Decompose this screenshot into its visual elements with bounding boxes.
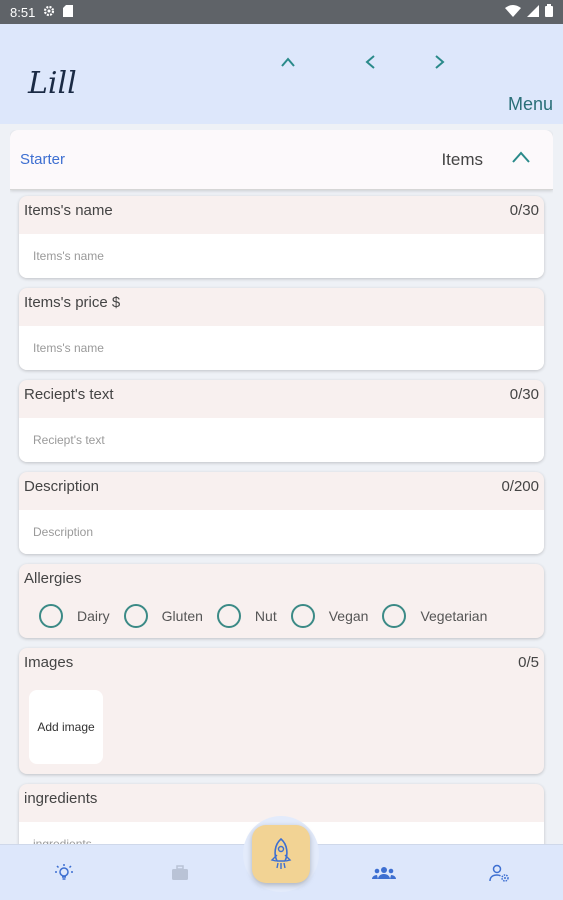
allergy-options: Dairy Gluten Nut Vegan Vegetarian	[39, 604, 534, 628]
starter-link[interactable]: Starter	[20, 151, 65, 168]
description-label: Description	[24, 478, 100, 495]
user-settings-icon	[489, 864, 509, 882]
ingredients-label: ingredients	[24, 790, 98, 807]
item-name-label: Items's name	[24, 202, 113, 219]
description-counter: 0/200	[501, 478, 539, 495]
rocket-icon	[270, 837, 292, 869]
radio-button[interactable]	[290, 604, 315, 628]
menu-button[interactable]: Menu	[508, 94, 553, 115]
allergy-option-vegan[interactable]: Vegan	[290, 604, 369, 628]
allergy-option-label: Vegan	[328, 608, 369, 624]
radio-button[interactable]	[216, 604, 241, 628]
nav-account-settings-button[interactable]	[488, 861, 512, 885]
allergy-option-label: Vegetarian	[420, 608, 488, 624]
status-time: 8:51	[10, 4, 36, 20]
receipt-text-counter: 0/30	[509, 386, 539, 403]
item-price-card: Items's price $	[19, 288, 544, 370]
receipt-text-card: Reciept's text 0/30	[19, 380, 544, 462]
images-label: Images	[24, 654, 74, 671]
chevron-left-icon	[365, 55, 375, 69]
nav-forward-button[interactable]	[426, 48, 454, 76]
fab-container	[243, 816, 319, 892]
app-logo: Lill	[28, 66, 77, 101]
nav-up-button[interactable]	[274, 48, 302, 76]
radio-button[interactable]	[382, 604, 407, 628]
allergy-option-label: Gluten	[161, 608, 203, 624]
battery-icon	[545, 4, 553, 20]
nav-back-button[interactable]	[356, 48, 384, 76]
chevron-up-icon	[512, 151, 530, 163]
bottom-nav	[0, 816, 563, 900]
status-bar: 8:51	[0, 0, 563, 24]
chevron-right-icon	[435, 55, 445, 69]
collapse-button[interactable]	[511, 150, 533, 172]
wifi-icon	[505, 4, 521, 20]
allergy-option-label: Dairy	[77, 608, 110, 624]
item-price-label: Items's price $	[24, 294, 121, 311]
lightbulb-icon	[55, 864, 73, 880]
images-counter: 0/5	[518, 654, 539, 671]
radio-button[interactable]	[123, 604, 148, 628]
receipt-text-label: Reciept's text	[24, 386, 114, 403]
item-name-card: Items's name 0/30	[19, 196, 544, 278]
launch-button[interactable]	[252, 825, 310, 883]
images-card: Images 0/5 Add image	[19, 648, 544, 774]
item-price-input[interactable]	[19, 326, 544, 370]
item-name-counter: 0/30	[509, 202, 539, 219]
signal-icon	[527, 4, 539, 20]
settings-gear-icon	[43, 5, 55, 20]
chevron-up-icon	[281, 57, 295, 67]
sd-card-icon	[63, 4, 74, 20]
description-card: Description 0/200	[19, 472, 544, 554]
description-input[interactable]	[19, 510, 544, 554]
add-image-button[interactable]: Add image	[29, 690, 103, 764]
group-icon	[372, 867, 396, 879]
nav-ideas-button[interactable]	[52, 861, 76, 885]
section-title: Items	[441, 149, 483, 169]
allergy-option-gluten[interactable]: Gluten	[123, 604, 203, 628]
item-name-input[interactable]	[19, 234, 544, 278]
radio-button[interactable]	[39, 604, 63, 628]
allergies-label: Allergies	[24, 570, 82, 587]
allergy-option-label: Nut	[254, 608, 277, 624]
allergy-option-nut[interactable]: Nut	[216, 604, 277, 628]
app-header: Lill Menu	[0, 24, 563, 124]
nav-work-button[interactable]	[168, 861, 192, 885]
section-header: Starter Items	[10, 130, 553, 190]
allergies-card: Allergies Dairy Gluten Nut Vegan Vegetar…	[19, 564, 544, 638]
allergy-option-vegetarian[interactable]: Vegetarian	[382, 604, 487, 628]
nav-team-button[interactable]	[372, 861, 396, 885]
allergy-option-dairy[interactable]: Dairy	[39, 604, 110, 628]
briefcase-icon	[172, 865, 188, 880]
item-form: Starter Items Items's name 0/30 Items's …	[10, 130, 553, 850]
receipt-text-input[interactable]	[19, 418, 544, 462]
